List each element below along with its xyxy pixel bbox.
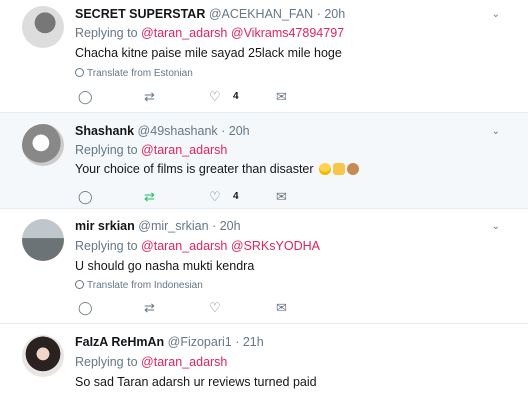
mention-link[interactable]: @taran_adarsh [141, 143, 227, 157]
replying-to: Replying to @taran_adarsh [75, 143, 228, 157]
avatar[interactable] [22, 335, 64, 377]
tweet[interactable]: SECRET SUPERSTAR @ACEKHAN_FAN · 20h ⌄ Re… [0, 0, 528, 113]
chevron-down-icon[interactable]: ⌄ [492, 221, 500, 232]
display-name[interactable]: Shashank [75, 124, 134, 138]
globe-icon [75, 280, 84, 289]
display-name[interactable]: FaIzA ReHmAn [75, 335, 164, 349]
reply-icon[interactable]: ◯ [78, 300, 93, 316]
tweet-text: Your choice of films is greater than dis… [75, 162, 360, 176]
user-handle[interactable]: @Fizopari1 [168, 335, 232, 349]
globe-icon [75, 68, 84, 77]
monkey-face-emoji-icon [347, 163, 360, 175]
user-handle[interactable]: @mir_srkian [138, 219, 208, 233]
reply-icon[interactable]: ◯ [78, 189, 93, 205]
heart-icon[interactable]: ♡ [209, 189, 221, 205]
reply-icon[interactable]: ◯ [78, 89, 93, 105]
tweet-text: U should go nasha mukti kendra [75, 259, 255, 273]
message-icon[interactable]: ✉ [276, 300, 287, 316]
heart-icon[interactable]: ♡ [209, 300, 221, 316]
tweet[interactable]: mir srkian @mir_srkian · 20h ⌄ Replying … [0, 209, 528, 324]
timestamp[interactable]: · 20h [317, 7, 346, 21]
message-icon[interactable]: ✉ [276, 189, 287, 205]
avatar[interactable] [22, 6, 64, 48]
translate-link[interactable]: Translate from Estonian [75, 68, 193, 79]
display-name[interactable]: SECRET SUPERSTAR [75, 7, 205, 21]
mention-link[interactable]: @Vikrams47894797 [231, 26, 344, 40]
chevron-down-icon[interactable]: ⌄ [492, 126, 500, 137]
retweet-icon[interactable]: ⇄ [144, 89, 155, 105]
retweet-icon[interactable]: ⇄ [144, 189, 155, 205]
mention-link[interactable]: @SRKsYODHA [231, 239, 320, 253]
folded-hands-emoji-icon [333, 163, 346, 175]
like-count: 4 [233, 91, 239, 102]
translate-link[interactable]: Translate from Indonesian [75, 280, 203, 291]
replying-to: Replying to @taran_adarsh @Vikrams478947… [75, 26, 345, 40]
timestamp[interactable]: · 21h [235, 335, 264, 349]
smiling-halo-emoji-icon [319, 163, 332, 175]
tweet[interactable]: Shashank @49shashank · 20h ⌄ Replying to… [0, 113, 528, 209]
like-count: 4 [233, 191, 239, 202]
avatar[interactable] [22, 219, 64, 261]
replying-to: Replying to @taran_adarsh @SRKsYODHA [75, 239, 320, 253]
timestamp[interactable]: · 20h [212, 219, 241, 233]
tweet-text: Chacha kitne paise mile sayad 25lack mil… [75, 46, 342, 60]
chevron-down-icon[interactable]: ⌄ [492, 9, 500, 20]
replying-to: Replying to @taran_adarsh [75, 355, 228, 369]
tweet-text: So sad Taran adarsh ur reviews turned pa… [75, 375, 317, 389]
tweet[interactable]: FaIzA ReHmAn @Fizopari1 · 21h Replying t… [0, 324, 528, 400]
user-handle[interactable]: @49shashank [138, 124, 218, 138]
retweet-icon[interactable]: ⇄ [144, 300, 155, 316]
avatar[interactable] [22, 124, 64, 166]
heart-icon[interactable]: ♡ [209, 89, 221, 105]
mention-link[interactable]: @taran_adarsh [141, 239, 227, 253]
user-handle[interactable]: @ACEKHAN_FAN [209, 7, 313, 21]
message-icon[interactable]: ✉ [276, 89, 287, 105]
timestamp[interactable]: · 20h [221, 124, 250, 138]
mention-link[interactable]: @taran_adarsh [141, 355, 227, 369]
mention-link[interactable]: @taran_adarsh [141, 26, 227, 40]
display-name[interactable]: mir srkian [75, 219, 135, 233]
